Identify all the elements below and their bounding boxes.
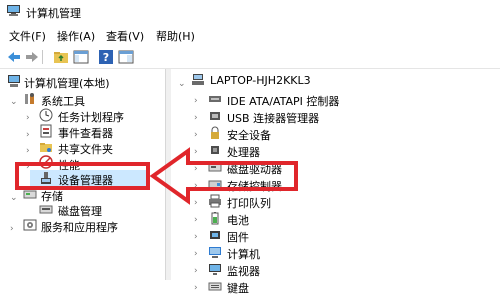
tree-system-tools[interactable]: 系统工具 bbox=[41, 93, 85, 109]
disk-drive-icon bbox=[208, 163, 222, 172]
device-category-computer[interactable]: 计算机 bbox=[227, 246, 260, 262]
tree-task-scheduler[interactable]: 任务计划程序 bbox=[58, 109, 124, 125]
svg-text:?: ? bbox=[103, 51, 109, 64]
clock-icon bbox=[39, 108, 53, 122]
security-device-icon bbox=[211, 126, 219, 139]
help-icon[interactable]: ? bbox=[98, 49, 114, 65]
computer-icon bbox=[209, 247, 221, 258]
storage-icon bbox=[23, 190, 37, 199]
device-category-security-devices[interactable]: 安全设备 bbox=[227, 127, 271, 143]
chevron-down-icon[interactable]: ⌄ bbox=[178, 80, 186, 89]
menu-bar: 文件(F) 操作(A) 查看(V) 帮助(H) bbox=[0, 26, 500, 44]
toolbar: ? bbox=[0, 46, 500, 69]
device-category-monitors[interactable]: 监视器 bbox=[227, 263, 260, 279]
menu-file[interactable]: 文件(F) bbox=[9, 28, 46, 44]
keyboard-icon bbox=[208, 282, 222, 291]
device-category-disk-drives[interactable]: 磁盘驱动器 bbox=[227, 161, 282, 177]
chevron-right-icon[interactable]: › bbox=[194, 250, 202, 259]
chevron-right-icon[interactable]: › bbox=[194, 131, 202, 140]
properties-icon[interactable] bbox=[118, 49, 134, 65]
firmware-icon bbox=[210, 231, 220, 239]
services-icon bbox=[23, 219, 37, 231]
forward-icon[interactable] bbox=[24, 49, 40, 65]
device-category-usb-connector[interactable]: USB 连接器管理器 bbox=[227, 110, 319, 126]
device-category-keyboards[interactable]: 键盘 bbox=[227, 280, 249, 296]
chevron-right-icon[interactable]: › bbox=[194, 148, 202, 157]
tree-event-viewer[interactable]: 事件查看器 bbox=[58, 125, 113, 141]
computer-management-icon bbox=[7, 5, 20, 16]
chevron-right-icon[interactable]: › bbox=[194, 233, 202, 242]
processor-icon bbox=[211, 146, 219, 154]
up-folder-icon[interactable] bbox=[53, 49, 69, 65]
device-category-batteries[interactable]: 电池 bbox=[227, 212, 249, 228]
usb-icon bbox=[210, 112, 220, 120]
menu-view[interactable]: 查看(V) bbox=[106, 28, 144, 44]
device-category-print-queues[interactable]: 打印队列 bbox=[227, 195, 271, 211]
ide-controller-icon bbox=[209, 96, 221, 102]
device-category-ide-ata[interactable]: IDE ATA/ATAPI 控制器 bbox=[227, 93, 339, 109]
menu-help[interactable]: 帮助(H) bbox=[156, 28, 195, 44]
chevron-right-icon[interactable]: › bbox=[26, 147, 34, 156]
tree-services-apps[interactable]: 服务和应用程序 bbox=[41, 219, 118, 235]
shared-folder-icon bbox=[40, 143, 52, 152]
tree-shared-folders[interactable]: 共享文件夹 bbox=[58, 141, 113, 157]
chevron-right-icon[interactable]: › bbox=[194, 114, 202, 123]
window-title: 计算机管理 bbox=[26, 7, 81, 20]
toolbar-separator bbox=[42, 50, 43, 64]
chevron-right-icon[interactable]: › bbox=[26, 114, 34, 123]
back-icon[interactable] bbox=[6, 49, 22, 65]
menu-action[interactable]: 操作(A) bbox=[57, 28, 95, 44]
tree-root[interactable]: 计算机管理(本地) bbox=[24, 75, 110, 91]
chevron-right-icon[interactable]: › bbox=[194, 182, 202, 191]
device-manager-icon bbox=[41, 172, 51, 184]
computer-name[interactable]: LAPTOP-HJH2KKL3 bbox=[210, 74, 311, 87]
chevron-right-icon[interactable]: › bbox=[10, 225, 18, 234]
chevron-right-icon[interactable]: › bbox=[194, 267, 202, 276]
show-hide-tree-icon[interactable] bbox=[73, 49, 89, 65]
tree-disk-management[interactable]: 磁盘管理 bbox=[58, 203, 102, 219]
chevron-down-icon[interactable]: ⌄ bbox=[10, 98, 18, 107]
chevron-right-icon[interactable]: › bbox=[194, 165, 202, 174]
title-bar: 计算机管理 bbox=[0, 0, 500, 24]
performance-icon bbox=[39, 155, 53, 169]
battery-icon bbox=[211, 212, 219, 225]
monitor-icon bbox=[209, 264, 221, 275]
system-tools-icon bbox=[25, 93, 34, 104]
chevron-right-icon[interactable]: › bbox=[26, 131, 34, 140]
computer-icon bbox=[192, 74, 204, 85]
tree-device-manager[interactable]: 设备管理器 bbox=[58, 172, 113, 188]
printer-icon bbox=[209, 194, 221, 208]
chevron-right-icon[interactable]: › bbox=[194, 284, 202, 293]
chevron-right-icon[interactable]: › bbox=[194, 97, 202, 106]
chevron-right-icon[interactable]: › bbox=[194, 199, 202, 208]
device-category-storage-controllers[interactable]: 存储控制器 bbox=[227, 178, 282, 194]
disk-management-icon bbox=[39, 205, 53, 214]
device-category-firmware[interactable]: 固件 bbox=[227, 229, 249, 245]
event-viewer-icon bbox=[40, 124, 52, 138]
device-category-processors[interactable]: 处理器 bbox=[227, 144, 260, 160]
chevron-right-icon[interactable]: › bbox=[194, 216, 202, 225]
computer-management-icon bbox=[8, 75, 20, 87]
chevron-down-icon[interactable]: ⌄ bbox=[10, 194, 18, 203]
storage-controller-icon bbox=[208, 180, 222, 189]
